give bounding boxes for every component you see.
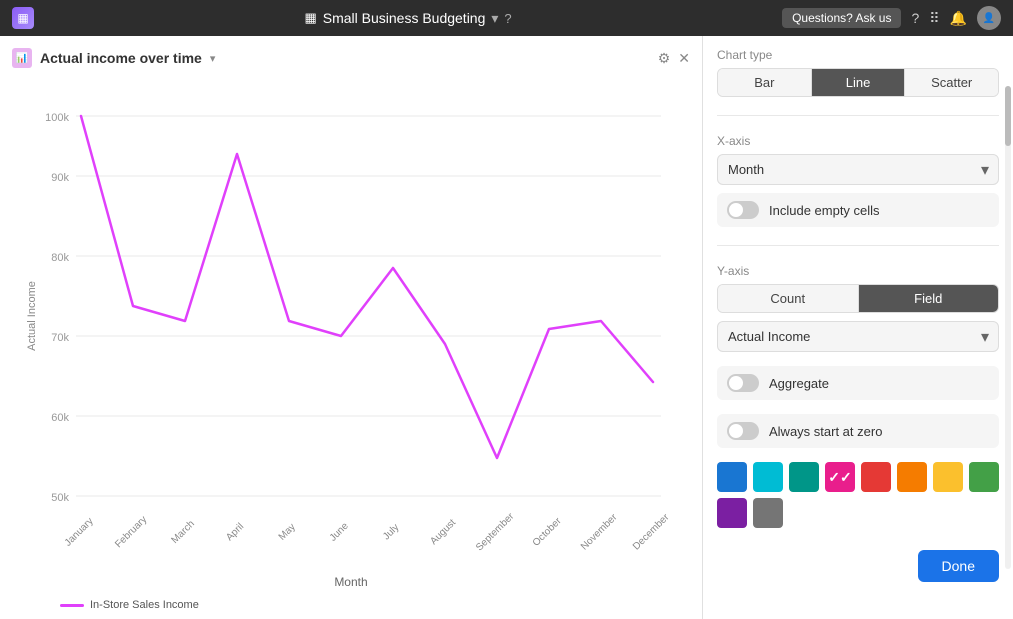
app-title-icon: ▦	[304, 10, 316, 26]
svg-text:80k: 80k	[51, 252, 69, 264]
svg-text:February: February	[113, 514, 149, 550]
x-axis-dropdown[interactable]: Month Week Day	[717, 154, 999, 185]
app-title-wrap: ▦ Small Business Budgeting ▾ ?	[304, 10, 511, 27]
y-axis-btn-group: Count Field	[717, 284, 999, 313]
chart-type-btn-group: Bar Line Scatter	[717, 68, 999, 97]
y-axis-field-dropdown-wrap[interactable]: Actual Income Projected Income	[717, 321, 999, 352]
bell-icon[interactable]: 🔔	[950, 10, 967, 27]
color-swatch-teal[interactable]	[789, 462, 819, 492]
svg-text:90k: 90k	[51, 172, 69, 184]
color-swatch-blue[interactable]	[717, 462, 747, 492]
svg-text:60k: 60k	[51, 412, 69, 424]
color-swatch-orange[interactable]	[897, 462, 927, 492]
done-button[interactable]: Done	[918, 550, 999, 582]
always-start-zero-row: Always start at zero	[717, 414, 999, 448]
include-empty-cells-row: Include empty cells	[717, 193, 999, 227]
svg-text:March: March	[170, 519, 197, 546]
chart-container: 50k 60k 70k 80k 90k 100k Actual Income J…	[0, 76, 702, 615]
chart-header-icons: ⚙ ✕	[658, 50, 690, 67]
divider-1	[717, 115, 999, 116]
color-swatches: ✓	[717, 462, 999, 528]
chart-title-icon: 📊	[12, 48, 32, 68]
main-content: 📊 Actual income over time ▾ ⚙ ✕ 50k 60k …	[0, 36, 1013, 619]
app-title-arrow[interactable]: ▾	[491, 10, 498, 27]
svg-text:January: January	[63, 516, 96, 549]
color-swatch-purple[interactable]	[717, 498, 747, 528]
help-icon[interactable]: ?	[911, 10, 919, 26]
chart-type-label: Chart type	[717, 48, 999, 62]
chart-type-line-button[interactable]: Line	[812, 69, 906, 96]
svg-text:50k: 50k	[51, 492, 69, 504]
scrollbar-thumb[interactable]	[1005, 86, 1011, 146]
color-swatch-pink[interactable]: ✓	[825, 462, 855, 492]
color-swatch-yellow[interactable]	[933, 462, 963, 492]
chart-svg: 50k 60k 70k 80k 90k 100k Actual Income J…	[10, 76, 692, 566]
always-start-zero-toggle[interactable]	[727, 422, 759, 440]
top-bar-right: Questions? Ask us ? ⠿ 🔔 👤	[782, 6, 1001, 30]
y-axis-section: Y-axis Count Field Actual Income Project…	[717, 264, 999, 352]
svg-text:October: October	[531, 515, 564, 548]
app-logo: ▦	[12, 7, 34, 29]
always-start-zero-label: Always start at zero	[769, 424, 882, 439]
app-title: Small Business Budgeting	[323, 10, 486, 26]
y-axis-field-button[interactable]: Field	[859, 285, 999, 312]
y-axis-section-label: Y-axis	[717, 264, 999, 278]
color-swatch-red[interactable]	[861, 462, 891, 492]
app-help-icon[interactable]: ?	[504, 11, 511, 26]
avatar[interactable]: 👤	[977, 6, 1001, 30]
chart-close-icon[interactable]: ✕	[678, 50, 690, 67]
y-axis-field-dropdown[interactable]: Actual Income Projected Income	[717, 321, 999, 352]
svg-text:Actual Income: Actual Income	[26, 281, 38, 351]
right-panel: Chart type Bar Line Scatter X-axis Month…	[703, 36, 1013, 619]
chart-header: 📊 Actual income over time ▾ ⚙ ✕	[0, 48, 702, 76]
aggregate-row: Aggregate	[717, 366, 999, 400]
chart-type-scatter-button[interactable]: Scatter	[905, 69, 998, 96]
chart-area: 📊 Actual income over time ▾ ⚙ ✕ 50k 60k …	[0, 36, 703, 619]
chart-type-bar-button[interactable]: Bar	[718, 69, 812, 96]
x-axis-section: X-axis Month Week Day Include empty cell…	[717, 134, 999, 227]
apps-icon[interactable]: ⠿	[929, 10, 939, 27]
svg-text:December: December	[631, 512, 672, 553]
scrollbar-track[interactable]	[1005, 86, 1011, 569]
aggregate-toggle[interactable]	[727, 374, 759, 392]
include-empty-cells-label: Include empty cells	[769, 203, 880, 218]
color-swatch-green[interactable]	[969, 462, 999, 492]
chart-title: Actual income over time	[40, 50, 202, 66]
svg-text:July: July	[381, 522, 401, 542]
color-swatch-cyan[interactable]	[753, 462, 783, 492]
svg-text:June: June	[328, 520, 351, 543]
top-bar-left: ▦	[12, 7, 34, 29]
bottom-row: Done	[717, 542, 999, 582]
svg-text:April: April	[224, 521, 246, 543]
x-axis-section-label: X-axis	[717, 134, 999, 148]
color-swatch-gray[interactable]	[753, 498, 783, 528]
chart-dropdown-icon[interactable]: ▾	[210, 52, 216, 65]
chart-settings-icon[interactable]: ⚙	[658, 50, 671, 67]
include-empty-cells-toggle[interactable]	[727, 201, 759, 219]
questions-button[interactable]: Questions? Ask us	[782, 8, 901, 28]
x-axis-dropdown-wrap[interactable]: Month Week Day	[717, 154, 999, 185]
svg-text:May: May	[277, 522, 298, 543]
svg-text:September: September	[474, 511, 517, 554]
svg-text:November: November	[579, 512, 620, 553]
y-axis-count-button[interactable]: Count	[718, 285, 859, 312]
divider-2	[717, 245, 999, 246]
svg-text:100k: 100k	[45, 112, 69, 124]
svg-text:August: August	[428, 517, 458, 547]
svg-text:70k: 70k	[51, 332, 69, 344]
chart-type-section: Chart type Bar Line Scatter	[717, 48, 999, 97]
top-bar: ▦ ▦ Small Business Budgeting ▾ ? Questio…	[0, 0, 1013, 36]
aggregate-label: Aggregate	[769, 376, 829, 391]
chart-title-wrap: 📊 Actual income over time ▾	[12, 48, 215, 68]
